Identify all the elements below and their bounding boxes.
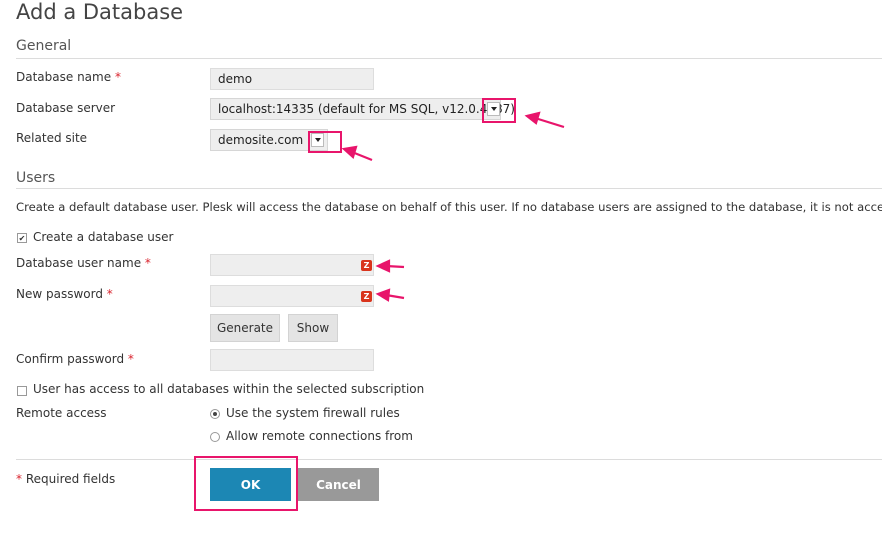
arrow-icon — [375, 259, 405, 273]
arrow-icon — [524, 111, 565, 129]
arrow-icon — [341, 145, 373, 162]
arrow-icon — [375, 288, 405, 302]
annotation-arrows — [341, 111, 565, 302]
